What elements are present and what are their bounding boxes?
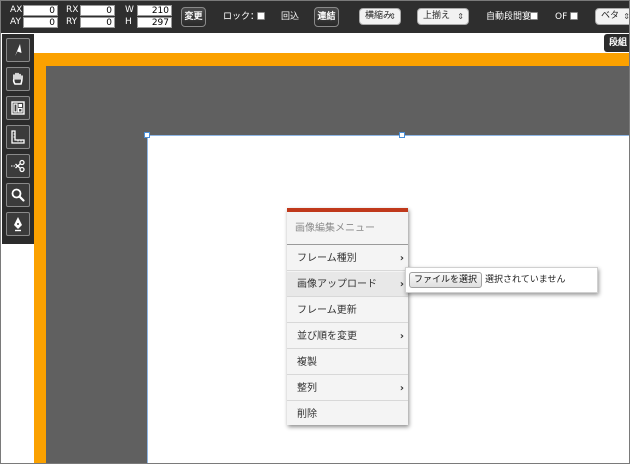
of-label: OF — [555, 12, 568, 22]
select-arrows-icon: ⇕ — [457, 12, 464, 21]
pen-tool[interactable] — [6, 212, 30, 236]
tooltip: 段組 — [604, 34, 629, 52]
layout-icon — [11, 101, 25, 115]
menu-item-delete[interactable]: 削除 — [287, 402, 408, 427]
auto-spacing-checkbox[interactable] — [530, 12, 538, 20]
menu-item-label: フレーム種別 — [297, 253, 357, 264]
menu-item-label: 整列 — [297, 383, 317, 394]
lock-label: ロック： — [223, 12, 260, 22]
ax-label: AX — [10, 5, 23, 15]
height-input[interactable]: 297 — [137, 17, 172, 28]
hand-tool[interactable] — [6, 67, 30, 91]
chevron-right-icon: › — [399, 383, 404, 394]
choose-file-button[interactable]: ファイルを選択 — [409, 272, 483, 288]
w-label: W — [125, 5, 134, 15]
h-label: H — [125, 17, 132, 27]
menu-title: 画像編集メニュー — [287, 212, 408, 245]
select-arrows-icon: ⇕ — [389, 12, 396, 21]
lock-checkbox[interactable] — [257, 12, 265, 20]
menu-item-label: フレーム更新 — [297, 305, 357, 316]
menu-item-frame-update[interactable]: フレーム更新 — [287, 298, 408, 323]
zoom-icon — [11, 188, 25, 202]
menu-item-align[interactable]: 整列 › — [287, 376, 408, 401]
ax-input[interactable]: 0 — [23, 5, 58, 16]
width-input[interactable]: 210 — [137, 5, 172, 16]
scissors-tool[interactable] — [6, 154, 30, 178]
upload-submenu: ファイルを選択 選択されていません — [405, 267, 598, 293]
auto-spacing-label: 自動段間宴 — [486, 12, 532, 22]
menu-item-label: 並び順を変更 — [297, 331, 357, 342]
select-tool[interactable] — [6, 38, 30, 62]
menu-item-label: 削除 — [297, 409, 317, 420]
tool-palette — [2, 34, 34, 244]
app-window: AX 0 AY 0 RX 0 RY 0 W 210 H 297 変更 ロック： … — [0, 0, 630, 464]
menu-item-label: 画像アップロード — [297, 279, 377, 290]
change-button[interactable]: 変更 — [181, 7, 206, 27]
arrow-icon — [15, 44, 22, 56]
menu-item-change-order[interactable]: 並び順を変更 › — [287, 324, 408, 349]
shrink-select[interactable]: 横縮み ⇕ — [359, 8, 401, 25]
align-select-value: 上揃え — [423, 11, 451, 21]
menu-item-label: 複製 — [297, 357, 317, 368]
ry-label: RY — [66, 17, 78, 27]
select-arrows-icon: ⇕ — [623, 12, 630, 21]
paste-select-value: ベタ — [601, 11, 620, 21]
hand-icon — [12, 72, 23, 85]
top-toolbar: AX 0 AY 0 RX 0 RY 0 W 210 H 297 変更 ロック： … — [1, 1, 630, 33]
rx-input[interactable]: 0 — [80, 5, 115, 16]
file-status-text: 選択されていません — [485, 275, 566, 285]
ay-label: AY — [10, 17, 21, 27]
wrap-label[interactable]: 回込 — [281, 11, 299, 23]
ry-input[interactable]: 0 — [80, 17, 115, 28]
align-select[interactable]: 上揃え ⇕ — [417, 8, 469, 25]
image-edit-menu: 画像編集メニュー フレーム種別 › 画像アップロード › フレーム更新 並び順を… — [287, 208, 408, 425]
selection-handle[interactable] — [144, 132, 150, 138]
paste-select[interactable]: ベタ ⇕ — [595, 8, 630, 25]
menu-item-image-upload[interactable]: 画像アップロード › — [287, 272, 408, 297]
menu-item-frame-type[interactable]: フレーム種別 › — [287, 246, 408, 271]
link-button[interactable]: 連結 — [314, 7, 339, 27]
of-checkbox[interactable] — [570, 12, 578, 20]
ruler-tool[interactable] — [6, 125, 30, 149]
pen-icon — [14, 217, 22, 232]
chevron-right-icon: › — [399, 279, 404, 290]
chevron-right-icon: › — [399, 253, 404, 264]
selection-handle[interactable] — [399, 132, 405, 138]
zoom-tool[interactable] — [6, 183, 30, 207]
layout-tool[interactable] — [6, 96, 30, 120]
ruler-icon — [11, 130, 25, 144]
chevron-right-icon: › — [399, 331, 404, 342]
shrink-select-value: 横縮み — [365, 11, 393, 21]
ay-input[interactable]: 0 — [23, 17, 58, 28]
scissors-icon — [11, 159, 25, 173]
rx-label: RX — [66, 5, 79, 15]
menu-item-duplicate[interactable]: 複製 — [287, 350, 408, 375]
